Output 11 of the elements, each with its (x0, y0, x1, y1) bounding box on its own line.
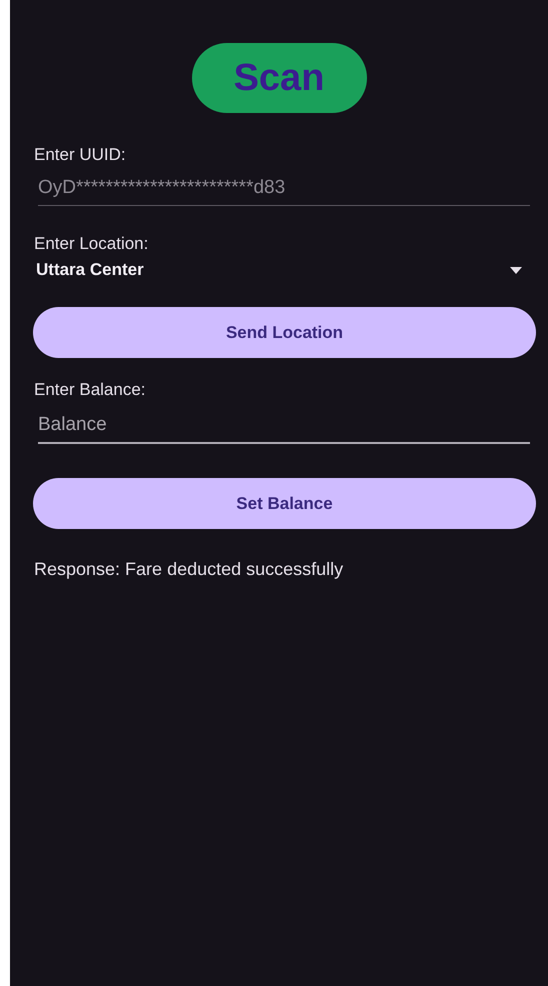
uuid-field[interactable]: OyD************************d83 (38, 177, 530, 206)
balance-label: Enter Balance: (34, 380, 147, 400)
location-label: Enter Location: (34, 234, 150, 254)
scan-button[interactable]: Scan (192, 43, 366, 113)
uuid-label: Enter UUID: (34, 145, 127, 165)
dropdown-caret-icon[interactable] (510, 266, 522, 274)
set-balance-button[interactable]: Set Balance (33, 478, 536, 529)
send-location-button[interactable]: Send Location (33, 307, 536, 358)
location-dropdown[interactable]: Uttara Center (36, 260, 144, 280)
balance-field[interactable]: Balance (38, 414, 530, 444)
response-text: Response: Fare deducted successfully (34, 559, 344, 580)
